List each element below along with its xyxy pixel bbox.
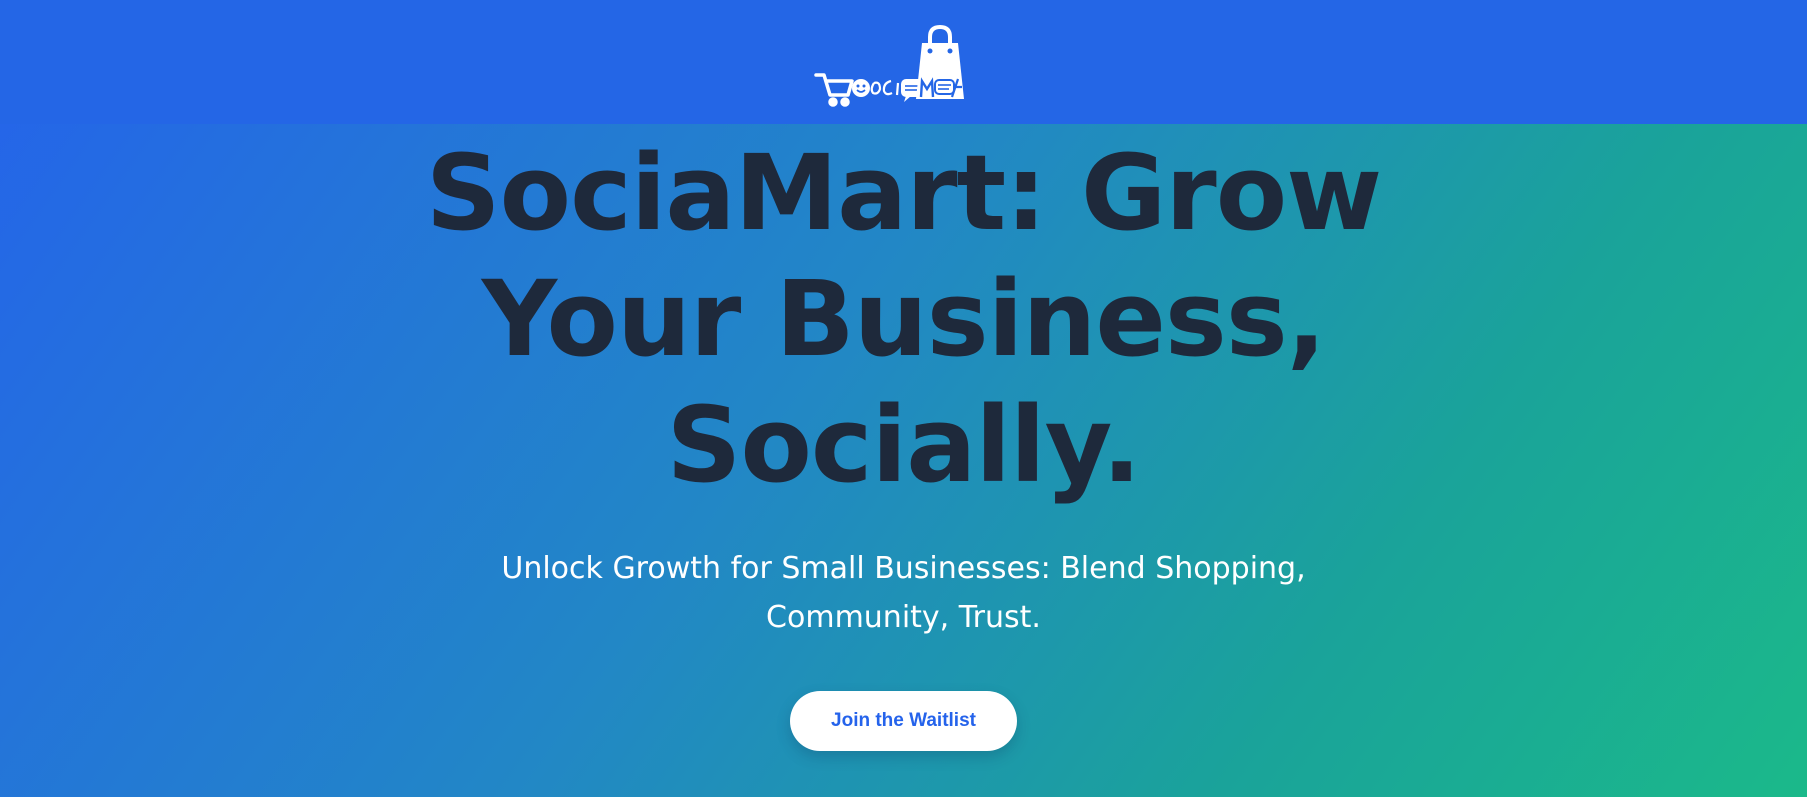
sociamart-logo-icon: [813, 25, 964, 107]
shopping-bag-icon: [915, 25, 964, 99]
letter-c-mark: [882, 79, 892, 96]
top-header: [0, 0, 1807, 124]
join-waitlist-button[interactable]: Join the Waitlist: [790, 691, 1017, 751]
letter-o-mark: [870, 81, 881, 95]
hero-subheadline: Unlock Growth for Small Businesses: Blen…: [494, 544, 1314, 642]
smiley-icon: [851, 79, 870, 97]
sociamart-logo[interactable]: [813, 25, 994, 109]
headline-line-2: Your Business,: [481, 258, 1326, 380]
hero-headline: SociaMart: Grow Your Business, Socially.: [404, 130, 1404, 508]
letter-i-mark: [895, 82, 899, 96]
headline-line-1: SociaMart: Grow: [425, 132, 1382, 254]
hero-section: SociaMart: Grow Your Business, Socially.…: [0, 124, 1807, 797]
headline-line-3: Socially.: [666, 384, 1142, 506]
cart-icon: [813, 73, 854, 107]
subheadline-line-2: Community, Trust.: [766, 600, 1041, 635]
subheadline-line-1: Unlock Growth for Small Businesses: Blen…: [501, 551, 1306, 586]
